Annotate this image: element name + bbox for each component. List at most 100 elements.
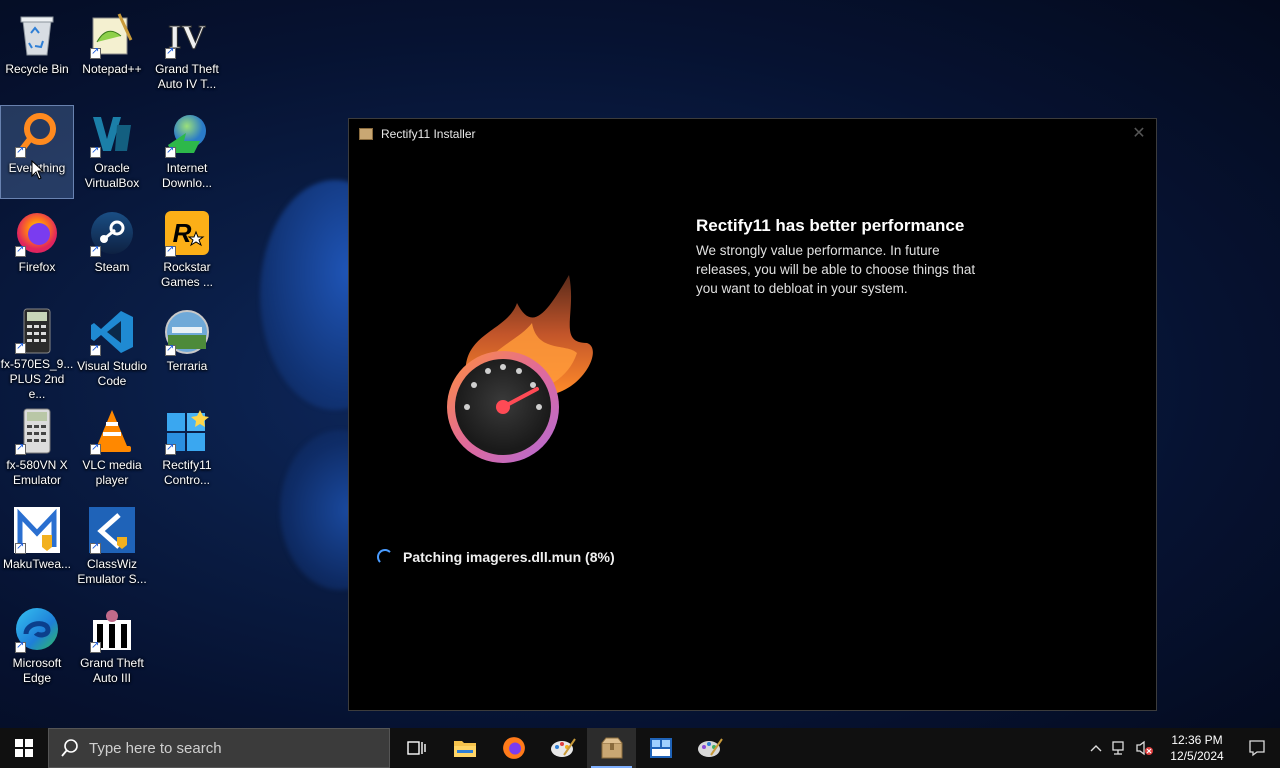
network-icon (1112, 741, 1124, 755)
shortcut-arrow-icon (90, 442, 101, 455)
virtualbox-icon (88, 110, 136, 158)
mouse-cursor-icon (31, 160, 45, 180)
desktop-icon-edge[interactable]: Microsoft Edge (0, 600, 74, 694)
clock-date: 12/5/2024 (1170, 749, 1224, 763)
taskbar: 12:36 PM 12/5/2024 (0, 728, 1280, 768)
chevron-up-icon (1090, 745, 1102, 752)
shortcut-arrow-icon (15, 442, 26, 455)
desktop-icon-rockstar[interactable]: R Rockstar Games ... (150, 204, 224, 298)
window-title: Rectify11 Installer (381, 127, 476, 141)
recycle-bin-icon (13, 11, 61, 59)
notepad-plus-plus-icon (88, 11, 136, 59)
desktop-icon-vscode[interactable]: Visual Studio Code (75, 303, 149, 397)
desktop-icon-vlc[interactable]: VLC media player (75, 402, 149, 496)
rectify-app-icon (649, 738, 672, 758)
progress-status: Patching imageres.dll.mun (8%) (377, 549, 615, 565)
installer-description: We strongly value performance. In future… (696, 243, 976, 296)
everything-search-icon (13, 110, 61, 158)
desktop-icon-terraria[interactable]: Terraria (150, 303, 224, 397)
shortcut-arrow-icon (90, 343, 101, 356)
shortcut-arrow-icon (90, 640, 101, 653)
speaker-muted-icon (1136, 740, 1153, 756)
desktop-icon-recycle-bin[interactable]: Recycle Bin (0, 6, 74, 100)
shortcut-arrow-icon (15, 145, 26, 158)
desktop-icon-gta3[interactable]: Grand Theft Auto III (75, 600, 149, 694)
rectify11-control-icon (163, 407, 211, 455)
installer-app-icon (359, 128, 373, 140)
installer-heading: Rectify11 has better performance (696, 216, 965, 235)
desktop-icon-idm[interactable]: Internet Downlo... (150, 105, 224, 199)
shortcut-arrow-icon (165, 46, 176, 59)
paint-palette-icon (550, 738, 576, 757)
paint-palette-icon (697, 738, 723, 757)
windows-logo-icon (15, 739, 33, 757)
internet-download-manager-icon (163, 110, 211, 158)
makutweaker-icon (13, 506, 61, 554)
classwiz-icon (88, 506, 136, 554)
loading-spinner-icon (377, 549, 393, 565)
shortcut-arrow-icon (165, 343, 176, 356)
shortcut-arrow-icon (90, 244, 101, 257)
clock-time: 12:36 PM (1171, 733, 1223, 747)
calculator-icon (13, 407, 61, 455)
desktop-icon-classwiz[interactable]: ClassWiz Emulator S... (75, 501, 149, 595)
firefox-icon (13, 209, 61, 257)
desktop-icon-steam[interactable]: Steam (75, 204, 149, 298)
speedometer-flame-illustration (447, 275, 593, 463)
taskbar-paint-app[interactable] (538, 728, 587, 768)
taskbar-rectify11-app[interactable] (636, 728, 685, 768)
vlc-icon (88, 407, 136, 455)
desktop-icon-notepadpp[interactable]: Notepad++ (75, 6, 149, 100)
steam-icon (88, 209, 136, 257)
taskbar-rectify11-installer[interactable] (587, 728, 636, 768)
folder-icon (453, 741, 476, 757)
shortcut-arrow-icon (90, 541, 101, 554)
task-view-icon (406, 741, 426, 755)
desktop-icon-gta4[interactable]: IV Grand Theft Auto IV T... (150, 6, 224, 100)
installer-box-icon (601, 737, 622, 759)
shortcut-arrow-icon (165, 442, 176, 455)
clock[interactable]: 12:36 PM 12/5/2024 (1160, 732, 1234, 764)
notification-icon (1249, 740, 1265, 757)
search-box[interactable] (48, 728, 390, 768)
close-button[interactable]: ✕ (1130, 125, 1148, 143)
firefox-icon (502, 737, 525, 759)
taskbar-file-explorer[interactable] (440, 728, 489, 768)
taskbar-palette-app[interactable] (685, 728, 734, 768)
calculator-icon (13, 308, 61, 354)
volume-button[interactable] (1132, 728, 1156, 768)
desktop-icon-makutweaker[interactable]: MakuTwea... (0, 501, 74, 595)
network-button[interactable] (1108, 728, 1132, 768)
shortcut-arrow-icon (15, 541, 26, 554)
shortcut-arrow-icon (15, 640, 26, 653)
notification-center-button[interactable] (1234, 728, 1280, 768)
shortcut-arrow-icon (90, 46, 101, 59)
rockstar-games-icon: R (163, 209, 211, 257)
progress-text: Patching imageres.dll.mun (8%) (403, 549, 615, 565)
system-tray: 12:36 PM 12/5/2024 (1084, 728, 1280, 768)
edge-icon (13, 605, 61, 653)
search-icon (61, 739, 78, 757)
gta-iii-icon (88, 605, 136, 653)
desktop-icon-rectify11-control[interactable]: Rectify11 Contro... (150, 402, 224, 496)
taskbar-firefox[interactable] (489, 728, 538, 768)
desktop-icon-fx580[interactable]: fx-580VN X Emulator (0, 402, 74, 496)
shortcut-arrow-icon (15, 341, 26, 354)
desktop-icon-firefox[interactable]: Firefox (0, 204, 74, 298)
shortcut-arrow-icon (15, 244, 26, 257)
desktop-icons: Recycle Bin Everything Firefox fx-570ES_… (0, 0, 230, 720)
shortcut-arrow-icon (90, 145, 101, 158)
start-button[interactable] (0, 728, 48, 768)
svg-text:R: R (173, 218, 192, 248)
shortcut-arrow-icon (165, 244, 176, 257)
desktop-icon-virtualbox[interactable]: Oracle VirtualBox (75, 105, 149, 199)
title-bar[interactable]: Rectify11 Installer ✕ (349, 119, 1156, 149)
desktop-icon-everything[interactable]: Everything (0, 105, 74, 199)
show-hidden-icons-button[interactable] (1084, 728, 1108, 768)
vscode-icon (88, 308, 136, 356)
search-input[interactable] (89, 739, 369, 757)
shortcut-arrow-icon (165, 145, 176, 158)
gta-iv-icon: IV (163, 11, 211, 59)
desktop-icon-fx570[interactable]: fx-570ES_9... PLUS 2nd e... (0, 303, 74, 401)
task-view-button[interactable] (391, 728, 440, 768)
